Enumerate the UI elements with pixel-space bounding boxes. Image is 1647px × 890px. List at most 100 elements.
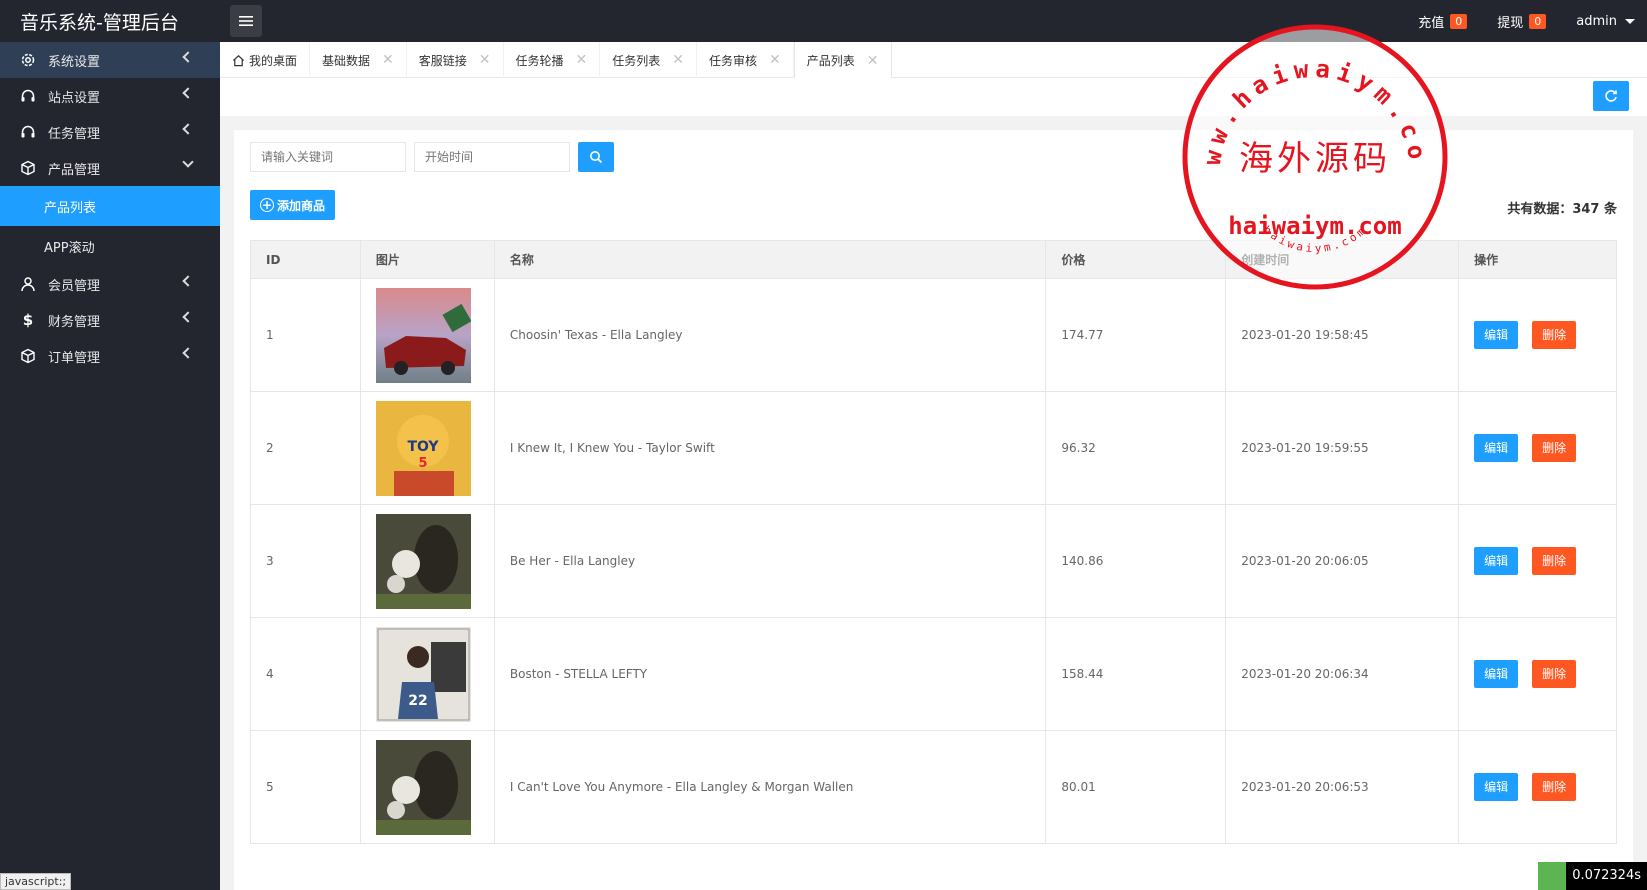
top-bar: 音乐系统-管理后台 充值 0 提现 0 admin [0, 0, 1647, 42]
cell-id: 5 [250, 730, 361, 844]
sidebar-item-finance-management[interactable]: $ 财务管理 [0, 302, 220, 338]
column-header: 图片 [359, 240, 495, 279]
cell-id: 3 [250, 504, 361, 618]
tab-service-link[interactable]: 客服链接 ✕ [407, 42, 504, 78]
edit-button[interactable]: 编辑 [1474, 434, 1519, 462]
chevron-left-icon [182, 275, 194, 287]
tab-task-review[interactable]: 任务审核 ✕ [697, 42, 794, 78]
tab-bar: 我的桌面 基础数据 ✕ 客服链接 ✕ 任务轮播 ✕ 任务列表 ✕ 任务审核 ✕ 产品列表 ✕ [220, 42, 1647, 79]
recharge-link[interactable]: 充值 0 [1418, 12, 1468, 31]
cell-id: 2 [250, 391, 361, 505]
table-row: 1 Choosin' Texas - Ella Langley 174.77 2… [250, 278, 1617, 392]
delete-button[interactable]: 删除 [1532, 321, 1577, 349]
column-header: 操作 [1458, 240, 1617, 279]
plus-circle-icon: + [260, 198, 274, 212]
sidebar-item-member-management[interactable]: 会员管理 [0, 266, 220, 302]
tab-task-carousel[interactable]: 任务轮播 ✕ [504, 42, 601, 78]
album-cover-image [375, 739, 471, 835]
cell-price: 96.32 [1045, 391, 1227, 505]
status-bar-url: javascript:; [0, 873, 72, 890]
app-title: 音乐系统-管理后台 [20, 11, 179, 34]
album-cover-image: 22 [375, 626, 471, 722]
cell-created: 2023-01-20 19:58:45 [1225, 278, 1460, 392]
product-table: ID 图片 名称 价格 创建时间 操作 1 Choosin' Texas - E… [250, 240, 1617, 844]
cell-name: Choosin' Texas - Ella Langley [493, 278, 1047, 392]
dollar-icon: $ [22, 311, 34, 329]
tab-product-list[interactable]: 产品列表 ✕ [793, 42, 892, 79]
edit-button[interactable]: 编辑 [1474, 321, 1519, 349]
close-icon[interactable]: ✕ [672, 52, 684, 68]
table-header: ID 图片 名称 价格 创建时间 操作 [250, 240, 1617, 279]
close-icon[interactable]: ✕ [479, 52, 491, 68]
user-icon [20, 276, 36, 292]
sidebar: 系统设置 站点设置 任务管理 产品管理 产品列表 APP滚动 会员管理 $ 财务… [0, 42, 220, 890]
search-button[interactable] [578, 142, 614, 172]
chevron-left-icon [182, 123, 194, 135]
delete-button[interactable]: 删除 [1532, 660, 1577, 688]
home-icon [232, 54, 245, 66]
add-product-button[interactable]: + 添加商品 [250, 190, 336, 220]
album-cover-image: TOY 5 [375, 400, 471, 496]
hamburger-icon [239, 16, 253, 26]
cell-created: 2023-01-20 20:06:53 [1225, 730, 1460, 844]
delete-button[interactable]: 删除 [1532, 434, 1577, 462]
start-time-input[interactable] [414, 142, 570, 172]
sidebar-item-product-list[interactable]: 产品列表 [0, 186, 220, 226]
tab-basic-data[interactable]: 基础数据 ✕ [310, 42, 407, 78]
cell-name: Be Her - Ella Langley [493, 504, 1047, 618]
withdraw-badge: 0 [1529, 13, 1547, 29]
sidebar-item-site-settings[interactable]: 站点设置 [0, 78, 220, 114]
sidebar-item-product-management[interactable]: 产品管理 [0, 150, 220, 186]
cell-created: 2023-01-20 20:06:34 [1225, 617, 1460, 731]
page-timer: 0.072324s [1538, 862, 1647, 890]
withdraw-link[interactable]: 提现 0 [1497, 12, 1547, 31]
chevron-down-icon [182, 156, 194, 168]
edit-button[interactable]: 编辑 [1474, 547, 1519, 575]
cell-price: 158.44 [1045, 617, 1227, 731]
column-header: 价格 [1045, 240, 1227, 279]
keyword-input[interactable] [250, 142, 406, 172]
edit-button[interactable]: 编辑 [1474, 773, 1519, 801]
sidebar-item-order-management[interactable]: 订单管理 [0, 338, 220, 374]
close-icon[interactable]: ✕ [867, 53, 879, 69]
delete-button[interactable]: 删除 [1532, 547, 1577, 575]
close-icon[interactable]: ✕ [382, 52, 394, 68]
delete-button[interactable]: 删除 [1532, 773, 1577, 801]
chevron-left-icon [182, 51, 194, 63]
close-icon[interactable]: ✕ [769, 52, 781, 68]
cube-icon [20, 160, 36, 176]
svg-text:5: 5 [418, 456, 427, 471]
cell-name: Boston - STELLA LEFTY [493, 617, 1047, 731]
column-header: ID [250, 240, 361, 279]
album-cover-image [375, 513, 471, 609]
cell-price: 140.86 [1045, 504, 1227, 618]
chevron-left-icon [182, 347, 194, 359]
search-row [250, 142, 614, 172]
svg-text:TOY: TOY [407, 439, 439, 455]
edit-button[interactable]: 编辑 [1474, 660, 1519, 688]
cell-id: 1 [250, 278, 361, 392]
cell-name: I Can't Love You Anymore - Ella Langley … [493, 730, 1047, 844]
user-menu[interactable]: admin [1576, 14, 1635, 29]
cell-created: 2023-01-20 20:06:05 [1225, 504, 1460, 618]
refresh-button[interactable] [1593, 81, 1629, 111]
tab-my-desktop[interactable]: 我的桌面 [220, 42, 311, 78]
table-row: 4 22 Boston - STELLA LEFTY 158.44 2023-0… [250, 617, 1617, 731]
headset-icon [20, 88, 36, 104]
content-card: + 添加商品 共有数据：347 条 ID 图片 名称 价格 创建时间 操作 1 [234, 130, 1633, 890]
chevron-left-icon [182, 87, 194, 99]
refresh-bar [220, 78, 1647, 116]
svg-text:22: 22 [408, 693, 427, 709]
total-count: 共有数据：347 条 [1507, 202, 1617, 217]
table-row: 2 TOY 5 I Knew It, I Knew You - Taylor S… [250, 391, 1617, 505]
cell-created: 2023-01-20 19:59:55 [1225, 391, 1460, 505]
close-icon[interactable]: ✕ [576, 52, 588, 68]
search-icon [590, 151, 603, 164]
sidebar-item-task-management[interactable]: 任务管理 [0, 114, 220, 150]
sidebar-item-system-settings[interactable]: 系统设置 [0, 42, 220, 78]
tab-task-list[interactable]: 任务列表 ✕ [600, 42, 698, 78]
column-header: 创建时间 [1225, 240, 1460, 279]
headset-icon [20, 124, 36, 140]
menu-toggle-button[interactable] [230, 5, 262, 37]
sidebar-item-app-scroll[interactable]: APP滚动 [0, 226, 220, 266]
